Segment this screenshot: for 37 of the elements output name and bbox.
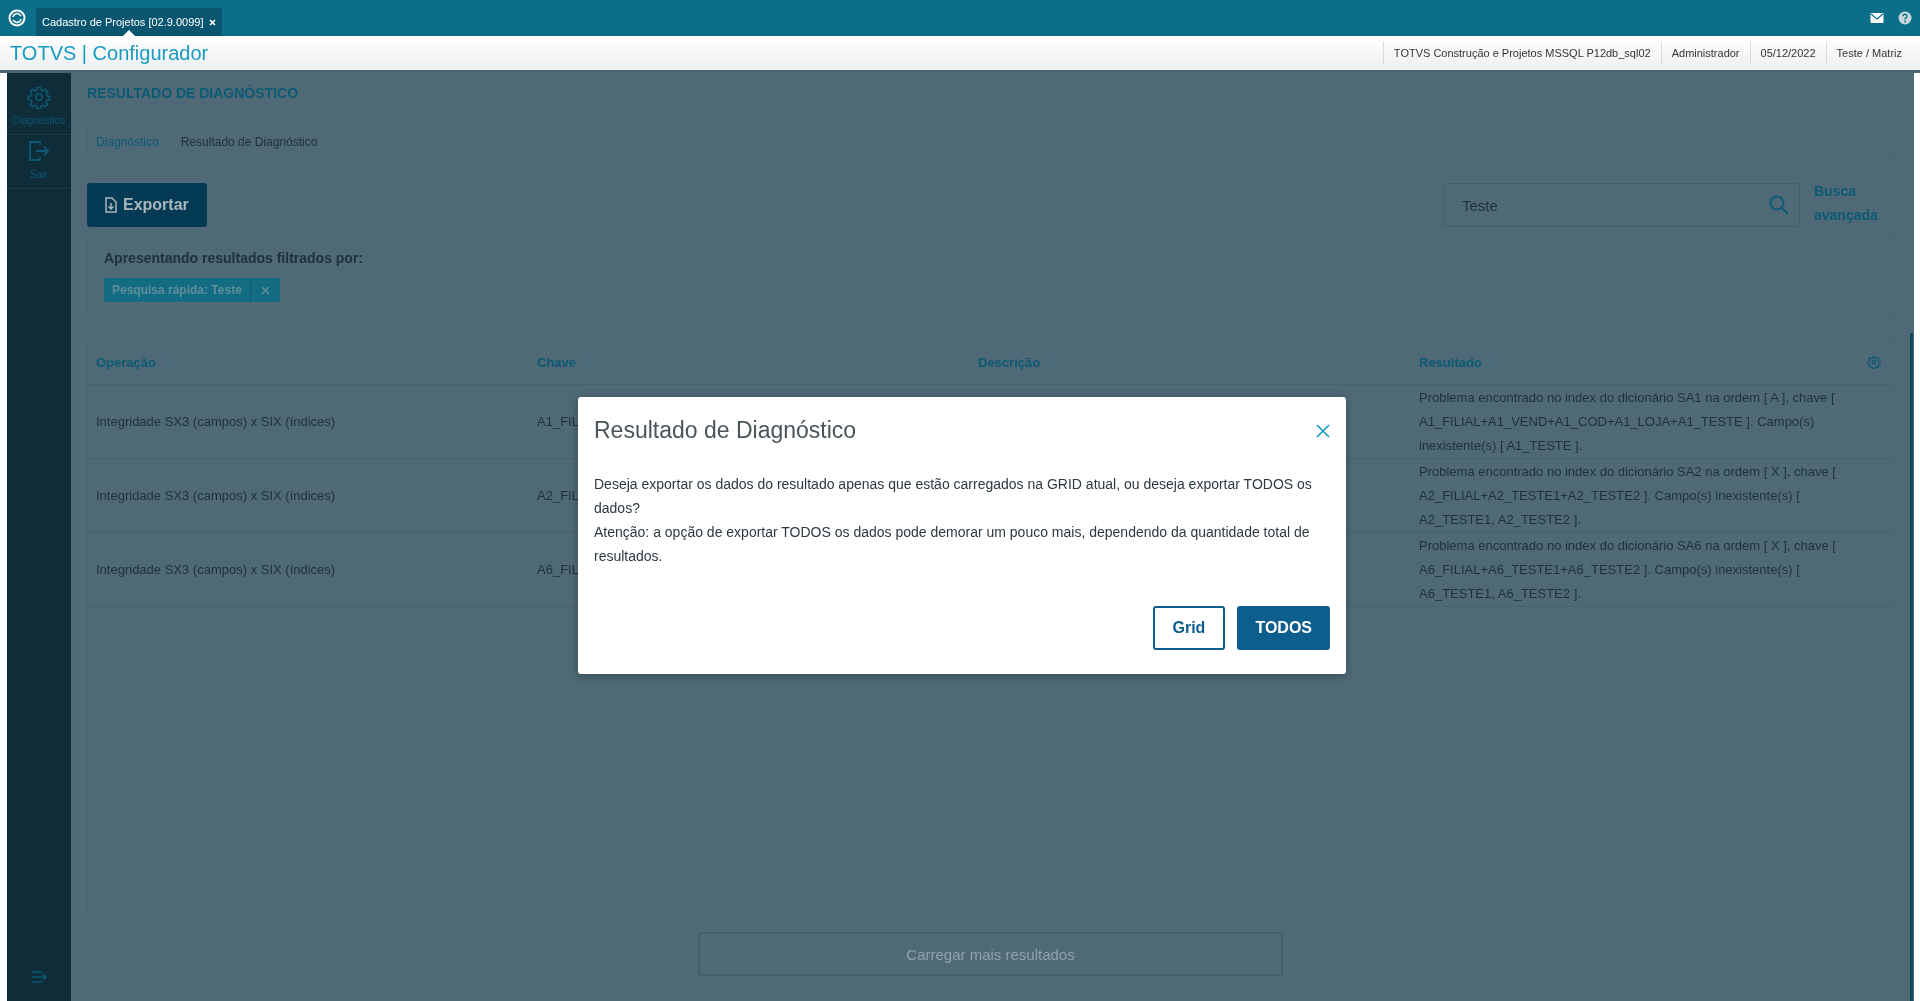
window-tab[interactable]: Cadastro de Projetos [02.9.0099] [36, 8, 223, 36]
dialog-title: Resultado de Diagnóstico [594, 417, 857, 444]
dialog-message: Atenção: a opção de exportar TODOS os dados pode demorar um pouco mais, dependendo da quantidade total de resultados. [594, 523, 1311, 566]
mail-icon[interactable] [1870, 12, 1884, 24]
dialog-message: Deseja exportar os dados do resultado apenas que estão carregados na GRID atual, ou deseja exportar TODOS os dados? [594, 475, 1313, 518]
breadcrumb-link[interactable]: Diagnóstico [96, 135, 159, 149]
app-title: TOTVS | Configurador [10, 41, 209, 65]
file-export-icon [105, 197, 117, 213]
table-cell-text: A2_FIL [536, 487, 579, 503]
column-header[interactable]: Resultado [1411, 354, 1893, 370]
table-cell-text: A1_FIL [536, 413, 579, 429]
advanced-search-link[interactable]: Busca avançada [1814, 179, 1894, 227]
filter-label: Apresentando resultados filtrados por: [104, 250, 365, 266]
settings-icon [27, 85, 51, 109]
filter-tag: Pesquisa rápida: Teste [104, 278, 280, 302]
table-cell-text: Problema encontrado no index do dicionário SA1 na ordem [ A ], chave [ A1_FILIAL+A1_VEND+A1_COD+A1_LOJA+A1_TESTE ]. Campo(s) inexistente(s) [ A1_TESTE ]. [1418, 388, 1836, 455]
table-cell-text: A6_FIL [536, 561, 579, 577]
exit-icon [27, 139, 51, 163]
table-cell-text: Problema encontrado no index do dicionário SA6 na ordem [ X ], chave [ A6_FILIAL+A6_TESTE1+A6_TESTE2 ]. Campo(s) inexistente(s) [ A6_TESTE1, A6_TESTE2 ]. [1418, 536, 1837, 603]
export-button[interactable]: Exportar [87, 183, 207, 227]
header-info: Administrador [1660, 42, 1750, 64]
column-header[interactable]: Chave [529, 354, 970, 370]
secondary-button[interactable]: Grid [1152, 606, 1226, 650]
column-header[interactable]: Descrição [970, 354, 1411, 370]
page-title: RESULTADO DE DIAGNÓSTICO [87, 85, 300, 103]
table-cell-text: Problema encontrado no index do dicionário SA2 na ordem [ X ], chave [ A2_FILIAL+A2_TESTE1+A2_TESTE2 ]. Campo(s) inexistente(s) [ A2_TESTE1, A2_TESTE2 ]. [1418, 462, 1837, 529]
primary-button[interactable]: TODOS [1237, 606, 1330, 650]
load-more-button[interactable]: Carregar mais resultados [698, 932, 1283, 976]
refresh-icon[interactable] [8, 9, 26, 27]
search-field[interactable]: Teste [1443, 183, 1800, 227]
collapse-menu-icon[interactable] [31, 969, 47, 985]
breadcrumb-current: Resultado de Diagnóstico [180, 135, 318, 149]
header-info: 05/12/2022 [1749, 42, 1826, 64]
header-info: TOTVS Construção e Projetos MSSQL P12db_sql02 [1382, 42, 1661, 64]
column-header[interactable]: Operação [88, 354, 529, 370]
help-icon[interactable] [1898, 11, 1912, 25]
header-info: Teste / Matriz [1825, 42, 1912, 64]
